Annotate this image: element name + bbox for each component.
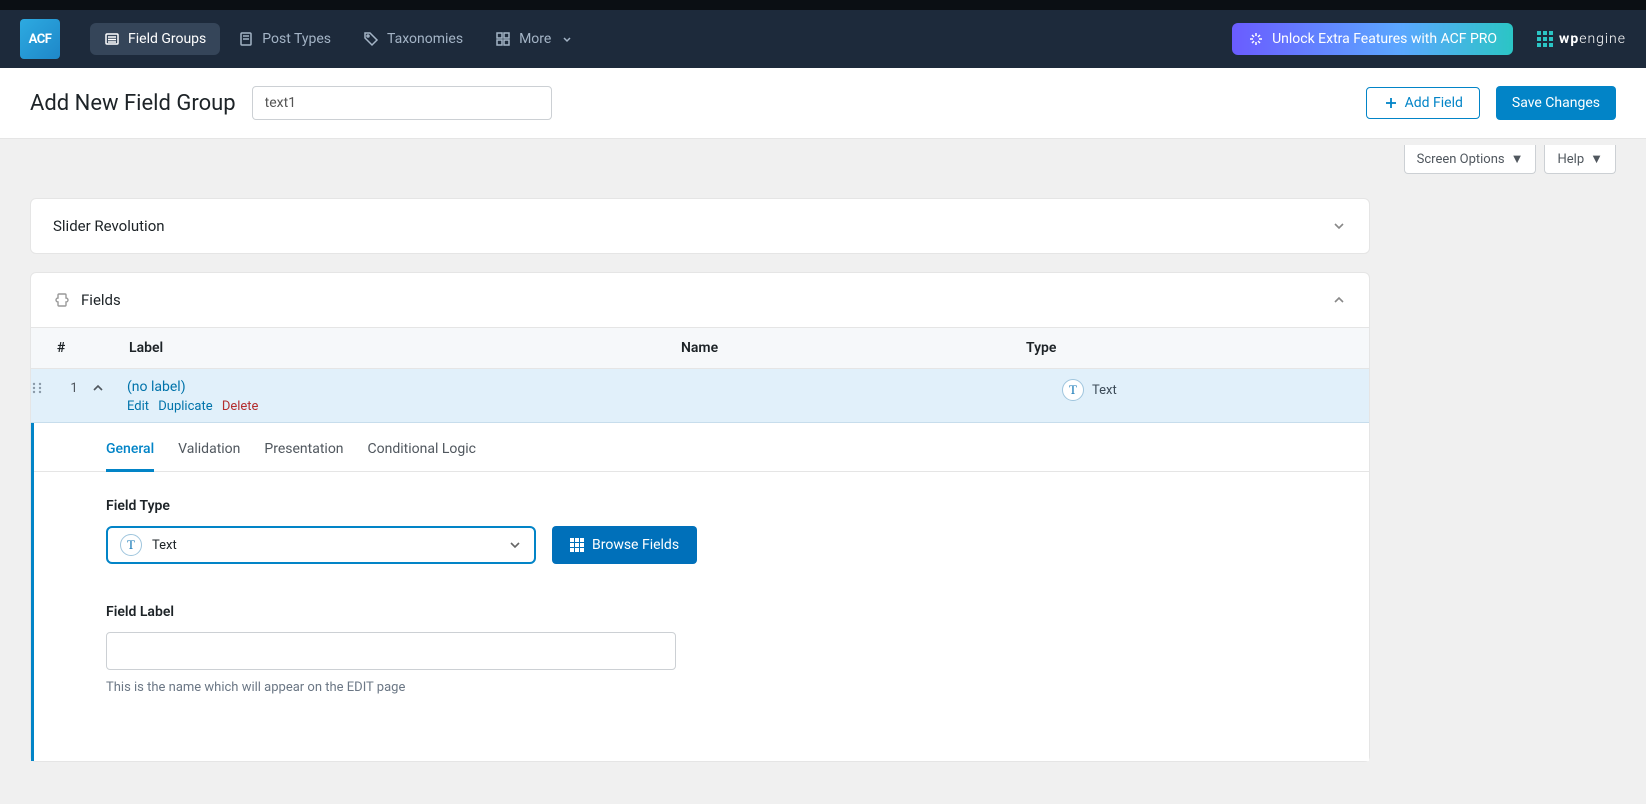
grid-icon (570, 538, 584, 552)
field-type-value: Text (152, 538, 177, 553)
tab-general[interactable]: General (106, 435, 154, 472)
wpengine-grid-icon (1537, 31, 1553, 47)
action-edit[interactable]: Edit (127, 399, 149, 414)
sparkle-icon (1248, 31, 1264, 47)
text-type-icon: T (1062, 379, 1084, 401)
nav-taxonomies[interactable]: Taxonomies (349, 23, 477, 55)
panel-fields: Fields # Label Name Type 1 (no label) (30, 272, 1370, 762)
drag-handle-icon[interactable] (31, 379, 57, 395)
screen-meta-tabs: Screen Options ▼ Help ▼ (0, 139, 1646, 174)
screen-options-tab[interactable]: Screen Options ▼ (1404, 145, 1537, 174)
main-content: Slider Revolution Fields # Label Name Ty… (0, 174, 1400, 804)
action-delete[interactable]: Delete (222, 399, 259, 414)
panel-fields-header[interactable]: Fields (31, 273, 1369, 327)
header-bar: Add New Field Group Add Field Save Chang… (0, 68, 1646, 139)
nav-more-label: More (519, 31, 551, 47)
settings-tabs: General Validation Presentation Conditio… (34, 423, 1369, 472)
tab-presentation[interactable]: Presentation (264, 435, 343, 471)
chevron-down-icon (1331, 218, 1347, 234)
acf-logo[interactable]: ACF (20, 19, 60, 59)
browse-fields-label: Browse Fields (592, 537, 679, 553)
tag-icon (363, 31, 379, 47)
unlock-pro-label: Unlock Extra Features with ACF PRO (1272, 31, 1497, 47)
chevron-up-icon (1331, 292, 1347, 308)
panel-fields-title: Fields (81, 291, 121, 309)
caret-down-icon: ▼ (1511, 151, 1524, 167)
unlock-pro-button[interactable]: Unlock Extra Features with ACF PRO (1232, 23, 1513, 55)
setting-field-type: Field Type T Text Browse Fields (106, 498, 1369, 564)
nav-more[interactable]: More (481, 23, 589, 55)
panel-slider-revolution: Slider Revolution (30, 198, 1370, 254)
row-collapse-toggle[interactable] (91, 379, 127, 395)
col-type: Type (1026, 340, 1369, 356)
action-duplicate[interactable]: Duplicate (158, 399, 212, 414)
add-field-button[interactable]: Add Field (1366, 87, 1480, 119)
caret-down-icon: ▼ (1590, 151, 1603, 167)
field-type-select[interactable]: T Text (106, 526, 536, 564)
field-type-label: Field Type (106, 498, 1369, 514)
apps-icon (495, 31, 511, 47)
col-name: Name (681, 340, 1026, 356)
panel-slider-title: Slider Revolution (53, 217, 165, 235)
nav-field-groups[interactable]: Field Groups (90, 23, 220, 55)
help-tab[interactable]: Help ▼ (1544, 145, 1616, 174)
row-actions: Edit Duplicate Delete (127, 399, 717, 414)
tab-validation[interactable]: Validation (178, 435, 240, 471)
col-num: # (31, 340, 91, 356)
row-type-label: Text (1092, 383, 1117, 398)
screen-options-label: Screen Options (1417, 152, 1505, 167)
field-row: 1 (no label) Edit Duplicate Delete T Tex… (31, 369, 1369, 423)
nav-field-groups-label: Field Groups (128, 31, 206, 47)
list-icon (104, 31, 120, 47)
add-field-label: Add Field (1405, 95, 1463, 111)
document-icon (238, 31, 254, 47)
page-title: Add New Field Group (30, 91, 236, 116)
wpengine-logo[interactable]: wpwpengineengine (1537, 31, 1626, 47)
tab-conditional-logic[interactable]: Conditional Logic (368, 435, 476, 471)
field-label-input[interactable] (106, 632, 676, 670)
row-number: 1 (57, 379, 91, 396)
row-type-cell: T Text (1062, 379, 1369, 401)
text-type-icon: T (120, 534, 142, 556)
setting-field-label: Field Label This is the name which will … (106, 604, 1369, 695)
save-changes-button[interactable]: Save Changes (1496, 86, 1616, 120)
top-nav-tabs: Field Groups Post Types Taxonomies More (90, 23, 589, 55)
chevron-down-icon (559, 31, 575, 47)
panel-slider-header[interactable]: Slider Revolution (31, 199, 1369, 253)
group-title-input[interactable] (252, 86, 552, 120)
nav-post-types[interactable]: Post Types (224, 23, 345, 55)
col-label: Label (91, 340, 681, 356)
chevron-down-icon (508, 538, 522, 552)
fields-table-header: # Label Name Type (31, 327, 1369, 369)
field-settings: General Validation Presentation Conditio… (31, 423, 1369, 761)
field-label-label: Field Label (106, 604, 1369, 620)
browse-fields-button[interactable]: Browse Fields (552, 526, 697, 564)
top-nav: ACF Field Groups Post Types Taxonomies M… (0, 0, 1646, 68)
help-label: Help (1557, 152, 1584, 167)
plus-icon (1383, 95, 1399, 111)
field-label-link[interactable]: (no label) (127, 379, 186, 395)
puzzle-icon (53, 291, 71, 309)
field-label-description: This is the name which will appear on th… (106, 680, 1369, 695)
nav-taxonomies-label: Taxonomies (387, 31, 463, 47)
nav-post-types-label: Post Types (262, 31, 331, 47)
